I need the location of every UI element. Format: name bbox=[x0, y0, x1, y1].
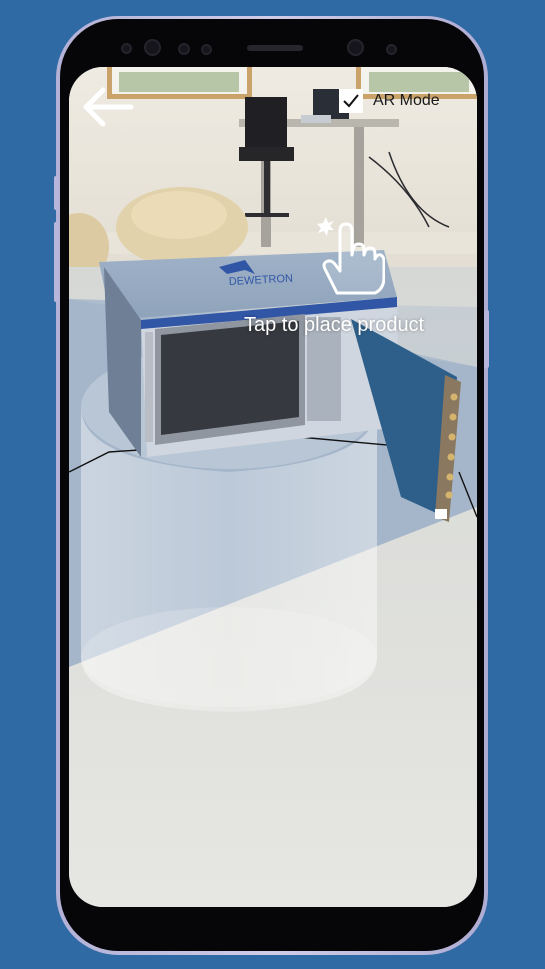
ar-mode-toggle[interactable]: AR Mode bbox=[339, 89, 454, 115]
volume-button bbox=[54, 222, 59, 302]
power-button bbox=[484, 310, 489, 368]
arrow-left-icon bbox=[83, 87, 134, 127]
proximity-sensor bbox=[178, 43, 190, 55]
front-camera bbox=[347, 39, 364, 56]
earpiece-speaker bbox=[247, 45, 303, 51]
camera-flash bbox=[386, 44, 397, 55]
ar-mode-label: AR Mode bbox=[373, 92, 440, 109]
tap-hand-icon bbox=[317, 217, 385, 295]
bixby-button bbox=[54, 176, 59, 210]
back-button[interactable] bbox=[81, 87, 137, 127]
placement-hint: Tap to place product bbox=[244, 314, 425, 336]
ar-placement-surface[interactable] bbox=[69, 67, 477, 907]
light-sensor bbox=[201, 44, 212, 55]
checkmark-icon bbox=[339, 89, 363, 113]
iris-camera bbox=[144, 39, 161, 56]
app-screen: DEWETRON AR Mode Tap to place product bbox=[69, 67, 477, 907]
iris-sensor bbox=[121, 43, 132, 54]
